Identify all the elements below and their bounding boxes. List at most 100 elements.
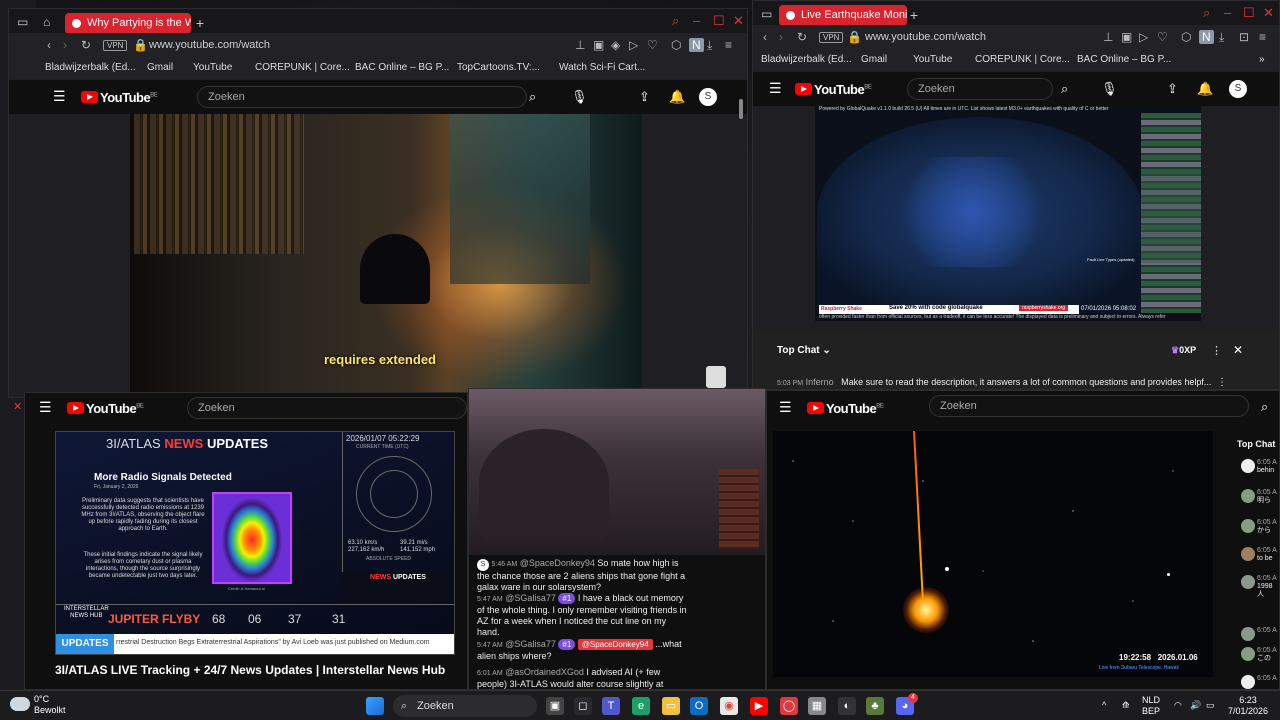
battery-icon[interactable]: ▭	[1206, 700, 1215, 711]
new-tab-button[interactable]: +	[905, 5, 923, 25]
chat-close-icon[interactable]: ✕	[1233, 343, 1243, 357]
search-input[interactable]: Zoeken	[907, 78, 1053, 100]
youtube-logo[interactable]: YouTubeBE	[807, 401, 884, 416]
close-icon[interactable]: ✕	[1263, 5, 1274, 21]
profile-icon[interactable]: N	[1199, 30, 1214, 44]
download-icon[interactable]: ⤓	[1219, 30, 1224, 45]
workspace-icon[interactable]: ⌂	[43, 15, 50, 29]
hamburger-icon[interactable]: ☰	[39, 399, 52, 416]
youtube-logo[interactable]: YouTubeBE	[67, 401, 144, 416]
hamburger-icon[interactable]: ☰	[779, 399, 792, 416]
bookmark-gmail[interactable]: Gmail	[147, 62, 173, 73]
cloud-icon[interactable]	[10, 697, 30, 711]
earthquake-map-video[interactable]: Powered by GlobalQuake v1.1.0 build 26.5…	[815, 105, 1201, 321]
chat-title[interactable]: Top Chat	[1237, 439, 1275, 449]
chrome-icon[interactable]: ◉	[720, 697, 738, 715]
search-input[interactable]: Zoeken	[929, 395, 1249, 417]
search-icon[interactable]: ⌕	[1061, 81, 1068, 97]
task-view-icon[interactable]: ▣	[546, 697, 564, 715]
chat-points[interactable]: ♛0XP	[1171, 345, 1196, 356]
maximize-icon[interactable]: ☐	[713, 13, 725, 29]
back-icon[interactable]: ‹	[47, 38, 51, 52]
bookmark-topcartoons[interactable]: TopCartoons.TV:...	[457, 62, 540, 73]
scrollbar[interactable]	[739, 99, 743, 119]
overlay-icon[interactable]	[706, 366, 726, 388]
profile-icon[interactable]: N	[689, 38, 704, 52]
webcam-video[interactable]	[469, 389, 765, 555]
tray-expand-icon[interactable]: ^	[1102, 700, 1106, 711]
extensions-icon[interactable]: ⬡	[1181, 30, 1191, 44]
teams-icon[interactable]: T	[602, 697, 620, 715]
tab-menu-icon[interactable]: ▭	[761, 7, 772, 21]
bookmark-bac[interactable]: BAC Online – BG P...	[1077, 54, 1171, 65]
new-tab-button[interactable]: +	[191, 13, 209, 33]
telescope-video[interactable]: 19:22:58 2026.01.06 Live from Subaru Tel…	[773, 430, 1213, 677]
app-icon[interactable]: ♣	[866, 697, 884, 715]
search-icon[interactable]: ⌕	[529, 89, 536, 105]
taskbar-search[interactable]: ⌕ Zoeken	[393, 695, 537, 717]
microphone-icon[interactable]: 🎙	[571, 89, 588, 105]
chat-menu-icon[interactable]: ⋮	[1211, 344, 1222, 357]
send-icon[interactable]: ▷	[1139, 30, 1148, 44]
bookmark-folder[interactable]: Bladwijzerbalk (Ed...	[761, 54, 852, 65]
volume-icon[interactable]: 🔊	[1190, 700, 1201, 711]
reload-icon[interactable]: ↻	[81, 38, 91, 52]
vpn-badge[interactable]: VPN	[819, 32, 844, 43]
avatar[interactable]: S	[1229, 80, 1247, 98]
discord-icon[interactable]: ◕ 4	[896, 693, 918, 715]
minimize-icon[interactable]: –	[1224, 5, 1231, 20]
widgets-icon[interactable]: ◻	[574, 697, 592, 715]
snapshot-icon[interactable]: ▣	[593, 38, 604, 52]
outlook-icon[interactable]: O	[690, 697, 708, 715]
bookmark-folder[interactable]: Bladwijzerbalk (Ed...	[45, 62, 136, 73]
share-icon[interactable]: ⇪	[1167, 81, 1178, 97]
forward-icon[interactable]: ›	[779, 30, 783, 44]
bookmark-youtube[interactable]: YouTube	[193, 62, 232, 73]
search-input[interactable]: Zoeken	[187, 397, 467, 419]
more-bookmarks-icon[interactable]: »	[1259, 54, 1265, 65]
tray-app-icon[interactable]: ⟰	[1122, 700, 1130, 711]
vpn-badge[interactable]: VPN	[103, 40, 128, 51]
snapshot-icon[interactable]: ▣	[1121, 30, 1132, 44]
opera-icon[interactable]: ◯	[780, 697, 798, 715]
bookmark-corepunk[interactable]: COREPUNK | Core...	[975, 54, 1070, 65]
active-tab[interactable]: Why Partying is the W...	[65, 13, 191, 34]
bookmark-scifi[interactable]: Watch Sci-Fi Cart...	[559, 62, 645, 73]
shield-icon[interactable]: ◈	[611, 38, 620, 52]
bookmark-gmail[interactable]: Gmail	[861, 54, 887, 65]
menu-icon[interactable]: ≡	[1259, 30, 1266, 44]
file-explorer-icon[interactable]: ▭	[662, 697, 680, 715]
hamburger-icon[interactable]: ☰	[769, 80, 782, 97]
maximize-icon[interactable]: ☐	[1243, 5, 1255, 21]
heart-icon[interactable]: ♡	[1157, 30, 1168, 44]
windows-start-icon[interactable]	[366, 697, 384, 715]
news-video-player[interactable]: 3I/ATLAS NEWS UPDATES More Radio Signals…	[55, 431, 455, 655]
avatar[interactable]: S	[699, 88, 717, 106]
forward-icon[interactable]: ›	[63, 38, 67, 52]
video-title[interactable]: 3I/ATLAS LIVE Tracking + 24/7 News Updat…	[55, 663, 445, 677]
search-input[interactable]: Zoeken	[197, 86, 527, 108]
microphone-icon[interactable]: 🎙	[1101, 81, 1118, 97]
hamburger-icon[interactable]: ☰	[53, 88, 66, 105]
heart-icon[interactable]: ♡	[647, 38, 658, 52]
clock[interactable]: 6:23 7/01/2026	[1222, 695, 1274, 717]
tab-menu-icon[interactable]: ▭	[17, 15, 28, 29]
weather-widget[interactable]: 0°C Bewolkt	[34, 694, 66, 716]
pin-icon[interactable]: ⊥	[575, 38, 585, 52]
bell-icon[interactable]: 🔔	[669, 89, 685, 105]
edge-icon[interactable]: e	[632, 697, 650, 715]
search-tabs-icon[interactable]: ⌕	[672, 13, 679, 29]
youtube-app-icon[interactable]: ▶	[750, 697, 768, 715]
bookmark-bac[interactable]: BAC Online – BG P...	[355, 62, 449, 73]
minimize-icon[interactable]: –	[693, 13, 700, 28]
language-indicator[interactable]: NLD BEP	[1142, 695, 1160, 717]
youtube-logo[interactable]: YouTubeBE	[81, 90, 158, 105]
download-icon[interactable]: ⤓	[707, 38, 712, 53]
url-field[interactable]: www.youtube.com/watch	[865, 31, 986, 43]
youtube-logo[interactable]: YouTubeBE	[795, 82, 872, 97]
bookmark-corepunk[interactable]: COREPUNK | Core...	[255, 62, 350, 73]
url-field[interactable]: www.youtube.com/watch	[149, 39, 270, 51]
extensions-icon[interactable]: ⬡	[671, 38, 681, 52]
active-tab[interactable]: Live Earthquake Monitorin...	[779, 5, 907, 26]
pin-icon[interactable]: ⊥	[1103, 30, 1113, 44]
